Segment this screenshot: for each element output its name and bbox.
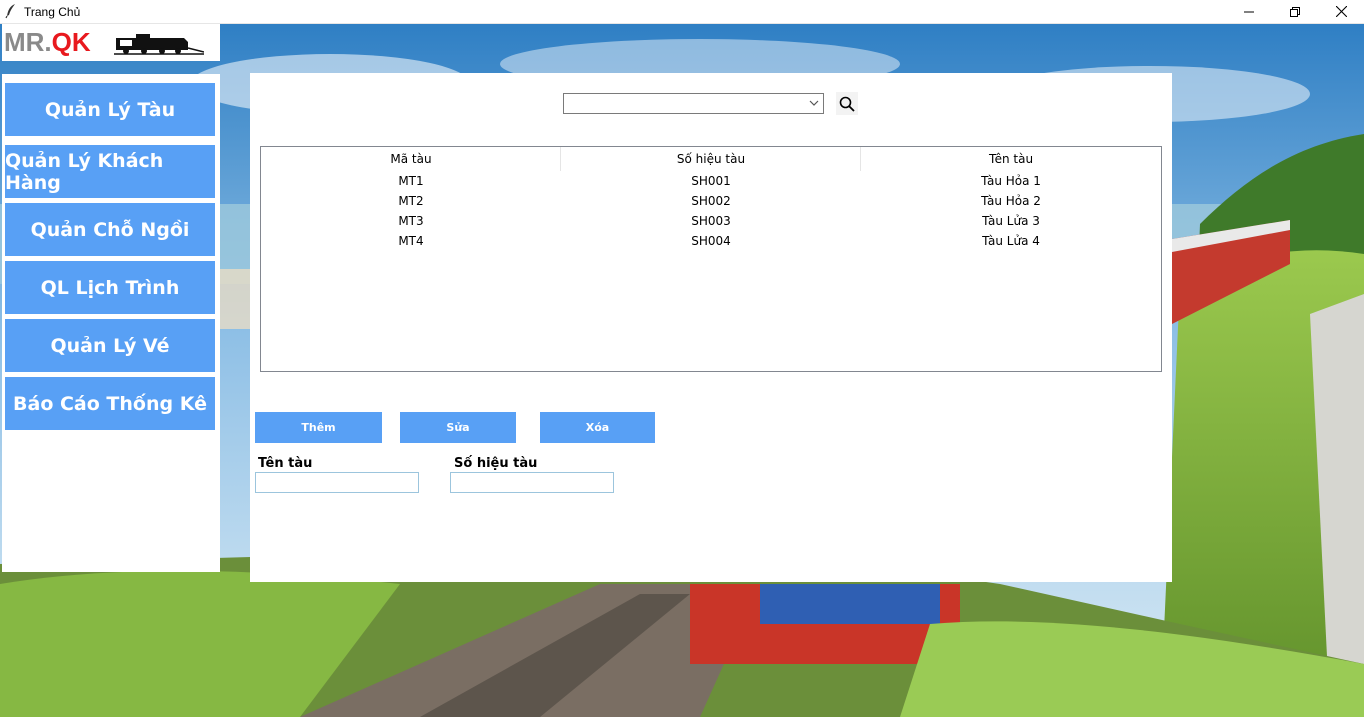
- nav-quan-ly-khach-hang[interactable]: Quản Lý Khách Hàng: [5, 145, 215, 198]
- cell-ma-tau: MT2: [398, 194, 424, 208]
- cell-ten-tau: Tàu Lửa 3: [982, 214, 1040, 228]
- title-bar: Trang Chủ: [0, 0, 1364, 24]
- cell-ma-tau: MT3: [398, 214, 424, 228]
- table-row[interactable]: MT2 SH002 Tàu Hỏa 2: [261, 191, 1161, 211]
- logo-text: MR.QK: [4, 27, 91, 58]
- cell-so-hieu-tau: SH002: [691, 194, 731, 208]
- cell-ten-tau: Tàu Hỏa 2: [981, 194, 1041, 208]
- cell-ma-tau: MT1: [398, 174, 424, 188]
- cell-so-hieu-tau: SH003: [691, 214, 731, 228]
- table-row[interactable]: MT1 SH001 Tàu Hỏa 1: [261, 171, 1161, 191]
- table-row[interactable]: MT3 SH003 Tàu Lửa 3: [261, 211, 1161, 231]
- table-header: Mã tàu Số hiệu tàu Tên tàu: [261, 147, 1161, 171]
- nav-quan-cho-ngoi[interactable]: Quản Chỗ Ngồi: [5, 203, 215, 256]
- close-icon: [1335, 6, 1347, 17]
- search-icon: [839, 96, 855, 112]
- logo-part1: MR.: [4, 27, 52, 57]
- search-combobox[interactable]: [563, 93, 824, 114]
- add-button[interactable]: Thêm: [255, 412, 382, 443]
- minimize-button[interactable]: [1226, 0, 1272, 23]
- maximize-icon: [1290, 6, 1300, 17]
- logo-area: MR.QK: [2, 24, 220, 61]
- train-name-input[interactable]: [255, 472, 419, 493]
- nav-bao-cao-thong-ke[interactable]: Báo Cáo Thống Kê: [5, 377, 215, 430]
- chevron-down-icon: [809, 100, 819, 106]
- delete-button[interactable]: Xóa: [540, 412, 655, 443]
- cell-ten-tau: Tàu Hỏa 1: [981, 174, 1041, 188]
- column-header-ten-tau[interactable]: Tên tàu: [861, 147, 1161, 171]
- edit-button[interactable]: Sửa: [400, 412, 516, 443]
- window-title: Trang Chủ: [24, 5, 81, 19]
- nav-ql-lich-trinh[interactable]: QL Lịch Trình: [5, 261, 215, 314]
- train-name-label: Tên tàu: [258, 456, 313, 471]
- maximize-button[interactable]: [1272, 0, 1318, 23]
- close-button[interactable]: [1318, 0, 1364, 23]
- train-code-label: Số hiệu tàu: [454, 456, 538, 471]
- nav-quan-ly-ve[interactable]: Quản Lý Vé: [5, 319, 215, 372]
- column-header-so-hieu-tau[interactable]: Số hiệu tàu: [561, 147, 861, 171]
- train-code-input[interactable]: [450, 472, 614, 493]
- train-table[interactable]: Mã tàu Số hiệu tàu Tên tàu MT1 SH001 Tàu…: [260, 146, 1162, 372]
- sidebar: Quản Lý Tàu Quản Lý Khách Hàng Quản Chỗ …: [2, 74, 220, 572]
- nav-quan-ly-tau[interactable]: Quản Lý Tàu: [5, 83, 215, 136]
- table-row[interactable]: MT4 SH004 Tàu Lửa 4: [261, 231, 1161, 251]
- train-logo-icon: [114, 34, 204, 55]
- main-panel: Mã tàu Số hiệu tàu Tên tàu MT1 SH001 Tàu…: [250, 73, 1172, 582]
- cell-ten-tau: Tàu Lửa 4: [982, 234, 1040, 248]
- cell-so-hieu-tau: SH001: [691, 174, 731, 188]
- cell-so-hieu-tau: SH004: [691, 234, 731, 248]
- column-header-ma-tau[interactable]: Mã tàu: [261, 147, 561, 171]
- search-button[interactable]: [836, 92, 858, 115]
- logo-part2: QK: [51, 27, 91, 57]
- feather-icon: [5, 4, 15, 19]
- minimize-icon: [1244, 11, 1254, 12]
- cell-ma-tau: MT4: [398, 234, 424, 248]
